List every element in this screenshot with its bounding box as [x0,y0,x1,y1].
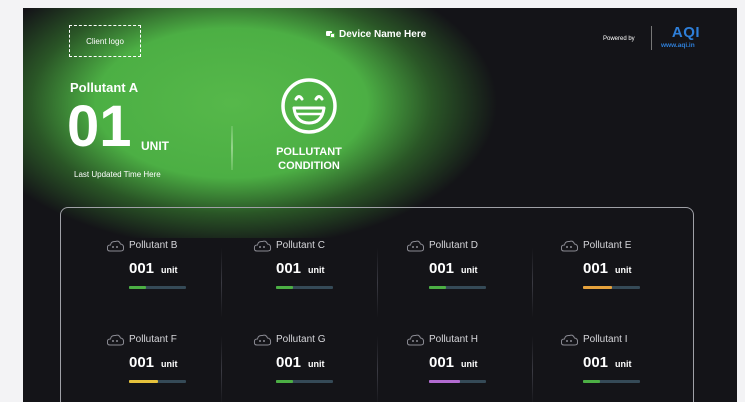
cloud-icon [106,240,125,252]
main-pollutant-value: 01 [67,94,132,159]
column-divider [377,336,378,402]
level-bar-fill [429,286,447,289]
pollutant-value: 001 [129,260,155,277]
level-bar-fill [583,286,612,289]
pollutant-condition-label: POLLUTANT CONDITION [276,146,342,173]
brand-divider [651,26,652,50]
client-logo-label: Client logo [86,36,124,46]
pollutant-grid-panel: Pollutant B 001 unit Pollutant C 001 unit Poll… [60,207,694,402]
level-bar-fill [276,380,294,383]
level-bar [429,380,486,383]
cloud-icon [253,240,272,252]
pollutant-card: Pollutant I 001 unit [560,332,680,392]
last-updated-time: Last Updated Time Here [74,170,161,179]
pollutant-card: Pollutant C 001 unit [253,238,373,298]
pollutant-card: Pollutant H 001 unit [406,332,526,392]
pollutant-name: Pollutant E [583,240,632,251]
pollutant-name: Pollutant F [129,334,177,345]
grinning-face-icon [281,78,337,134]
pollutant-card: Pollutant G 001 unit [253,332,373,392]
device-name-label: Device Name Here [339,29,427,40]
cloud-icon [406,334,425,346]
aqi-brand-logo: AQI www.aqi.in [661,24,711,49]
cloud-icon [560,334,579,346]
pollutant-unit: unit [461,359,478,369]
level-bar-fill [276,286,294,289]
aqi-logo-text: AQI [671,24,701,41]
level-bar [129,380,186,383]
dashboard-screen: Client logo Device Name Here Powered by … [23,8,737,402]
pollutant-card: Pollutant E 001 unit [560,238,680,298]
column-divider [532,336,533,402]
level-bar-fill [129,286,147,289]
column-divider [377,248,378,318]
level-bar [276,286,333,289]
device-name: Device Name Here [326,29,426,40]
level-bar-fill [583,380,601,383]
pollutant-name: Pollutant G [276,334,326,345]
device-icon [326,31,335,38]
level-bar [583,380,640,383]
powered-by-label: Powered by [603,36,635,42]
pollutant-value: 001 [276,260,302,277]
cloud-icon [106,334,125,346]
pollutant-name: Pollutant H [429,334,478,345]
pollutant-name: Pollutant C [276,240,325,251]
level-bar [583,286,640,289]
level-bar-fill [129,380,158,383]
pollutant-name: Pollutant D [429,240,478,251]
pollutant-name: Pollutant B [129,240,178,251]
main-pollutant-unit: UNIT [141,139,169,153]
pollutant-card: Pollutant B 001 unit [106,238,226,298]
pollutant-card: Pollutant D 001 unit [406,238,526,298]
pollutant-value: 001 [276,354,302,371]
level-bar-fill [429,380,461,383]
pollutant-value: 001 [429,260,455,277]
main-pollutant-name: Pollutant A [70,80,139,95]
pollutant-unit: unit [308,359,325,369]
pollutant-name: Pollutant I [583,334,628,345]
pollutant-unit: unit [308,265,325,275]
pollutant-unit: unit [615,359,632,369]
pollutant-unit: unit [161,265,178,275]
cloud-icon [406,240,425,252]
client-logo-placeholder: Client logo [69,25,141,57]
aqi-url: www.aqi.in [661,42,695,49]
pollutant-value: 001 [429,354,455,371]
pollutant-value: 001 [129,354,155,371]
column-divider [532,248,533,318]
level-bar [429,286,486,289]
cloud-icon [560,240,579,252]
level-bar [129,286,186,289]
level-bar [276,380,333,383]
main-divider [231,126,233,170]
pollutant-value: 001 [583,354,609,371]
pollutant-value: 001 [583,260,609,277]
pollutant-unit: unit [615,265,632,275]
cloud-icon [253,334,272,346]
pollutant-unit: unit [461,265,478,275]
pollutant-card: Pollutant F 001 unit [106,332,226,392]
pollutant-unit: unit [161,359,178,369]
